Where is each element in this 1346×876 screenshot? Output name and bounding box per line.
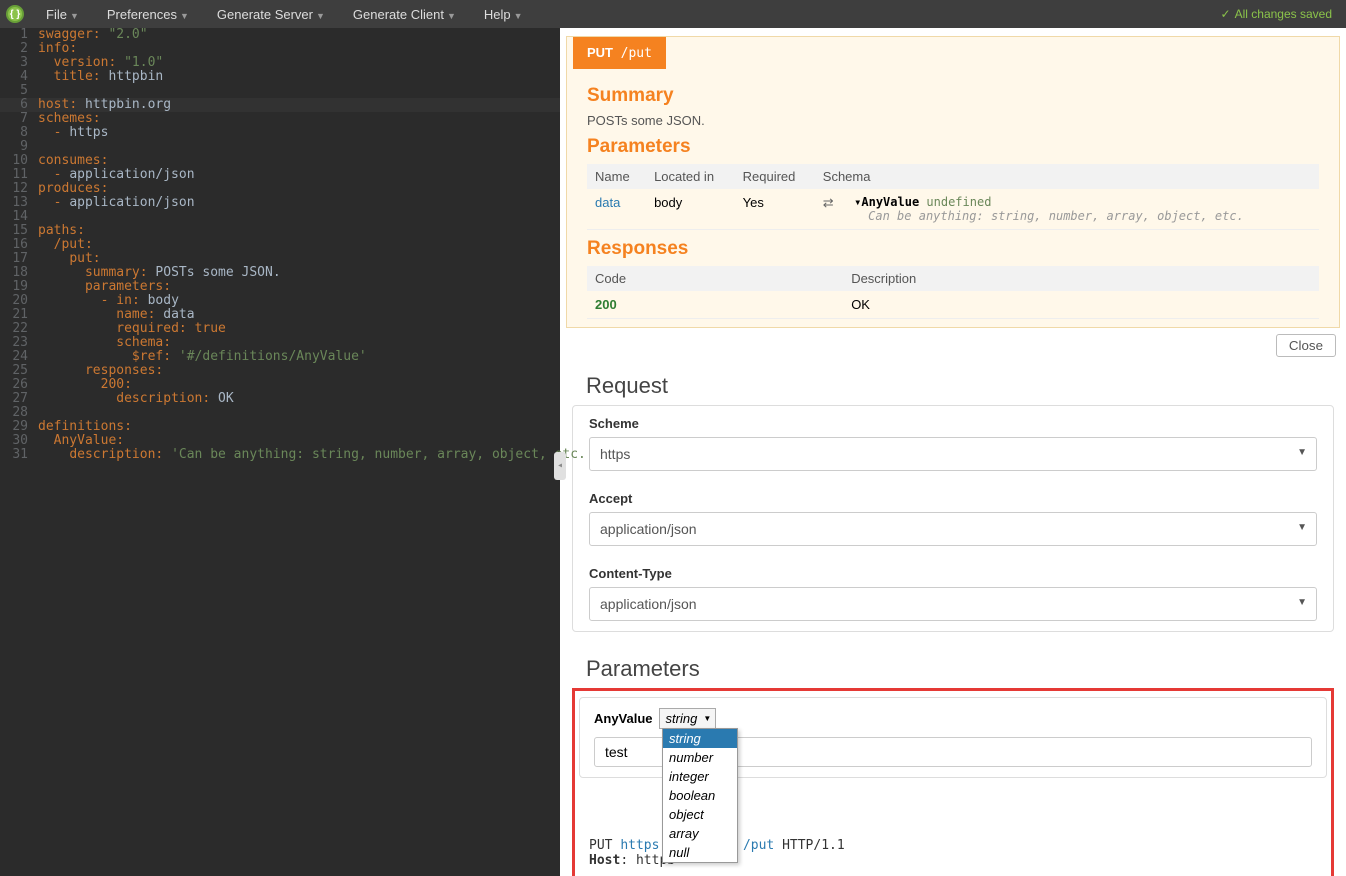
responses-table: CodeDescription 200 OK <box>587 266 1319 319</box>
yaml-editor[interactable]: ◂ 1swagger: "2.0"2info:3 version: "1.0"4… <box>0 28 560 876</box>
request-box: Scheme https Accept application/json Con… <box>572 405 1334 632</box>
editor-line[interactable]: 22 required: true <box>0 322 560 336</box>
accept-label: Accept <box>589 491 1317 506</box>
menu-generate-server[interactable]: Generate Server▼ <box>203 7 339 22</box>
editor-line[interactable]: 29definitions: <box>0 420 560 434</box>
menu-bar: File▼Preferences▼Generate Server▼Generat… <box>32 7 537 22</box>
type-option-null[interactable]: null <box>663 843 737 862</box>
content-type-label: Content-Type <box>589 566 1317 581</box>
scheme-label: Scheme <box>589 416 1317 431</box>
type-option-string[interactable]: string <box>663 729 737 748</box>
editor-line[interactable]: 6host: httpbin.org <box>0 98 560 112</box>
editor-line[interactable]: 1swagger: "2.0" <box>0 28 560 42</box>
editor-line[interactable]: 27 description: OK <box>0 392 560 406</box>
editor-line[interactable]: 25 responses: <box>0 364 560 378</box>
param-schema: ▾AnyValue undefined Can be anything: str… <box>846 189 1319 230</box>
operation-tab[interactable]: PUT /put <box>573 37 666 69</box>
editor-line[interactable]: 15paths: <box>0 224 560 238</box>
type-select[interactable]: string <box>659 708 717 729</box>
editor-line[interactable]: 2info: <box>0 42 560 56</box>
table-row: 200 OK <box>587 291 1319 319</box>
editor-line[interactable]: 9 <box>0 140 560 154</box>
param-in: body <box>646 189 735 230</box>
save-status-text: All changes saved <box>1235 7 1332 21</box>
response-code: 200 <box>595 297 617 312</box>
editor-line[interactable]: 24 $ref: '#/definitions/AnyValue' <box>0 350 560 364</box>
editor-line[interactable]: 20 - in: body <box>0 294 560 308</box>
editor-line[interactable]: 30 AnyValue: <box>0 434 560 448</box>
save-status: ✓ All changes saved <box>1221 7 1340 21</box>
editor-line[interactable]: 10consumes: <box>0 154 560 168</box>
swagger-logo[interactable]: { } <box>6 5 24 23</box>
editor-line[interactable]: 16 /put: <box>0 238 560 252</box>
accept-select[interactable]: application/json <box>589 512 1317 546</box>
editor-line[interactable]: 31 description: 'Can be anything: string… <box>0 448 560 462</box>
operation-card: PUT /put Summary POSTs some JSON. Parame… <box>566 36 1340 328</box>
type-option-array[interactable]: array <box>663 824 737 843</box>
type-option-number[interactable]: number <box>663 748 737 767</box>
table-row: data body Yes ⇄ ▾AnyValue undefined Can … <box>587 189 1319 230</box>
preview-pane: PUT /put Summary POSTs some JSON. Parame… <box>560 28 1346 876</box>
type-option-boolean[interactable]: boolean <box>663 786 737 805</box>
editor-line[interactable]: 12produces: <box>0 182 560 196</box>
type-option-integer[interactable]: integer <box>663 767 737 786</box>
menu-file[interactable]: File▼ <box>32 7 93 22</box>
parameters-table: NameLocated inRequiredSchema data body Y… <box>587 164 1319 230</box>
editor-line[interactable]: 17 put: <box>0 252 560 266</box>
request-header: Request <box>566 363 1340 405</box>
editor-line[interactable]: 3 version: "1.0" <box>0 56 560 70</box>
editor-line[interactable]: 28 <box>0 406 560 420</box>
editor-line[interactable]: 4 title: httpbin <box>0 70 560 84</box>
editor-line[interactable]: 19 parameters: <box>0 280 560 294</box>
menu-help[interactable]: Help▼ <box>470 7 537 22</box>
editor-line[interactable]: 7schemes: <box>0 112 560 126</box>
topbar: { } File▼Preferences▼Generate Server▼Gen… <box>0 0 1346 28</box>
editor-line[interactable]: 21 name: data <box>0 308 560 322</box>
anyvalue-label: AnyValue <box>594 711 653 726</box>
editor-line[interactable]: 8 - https <box>0 126 560 140</box>
editor-line[interactable]: 11 - application/json <box>0 168 560 182</box>
response-desc: OK <box>843 291 1319 319</box>
editor-line[interactable]: 13 - application/json <box>0 196 560 210</box>
param-name[interactable]: data <box>595 195 620 210</box>
editor-line[interactable]: 18 summary: POSTs some JSON. <box>0 266 560 280</box>
responses-header: Responses <box>587 238 1319 260</box>
swap-icon[interactable]: ⇄ <box>823 195 834 210</box>
type-option-object[interactable]: object <box>663 805 737 824</box>
check-icon: ✓ <box>1221 7 1231 21</box>
menu-preferences[interactable]: Preferences▼ <box>93 7 203 22</box>
split-handle[interactable]: ◂ <box>554 452 566 480</box>
editor-line[interactable]: 14 <box>0 210 560 224</box>
method-label: PUT <box>587 45 613 60</box>
close-button[interactable]: Close <box>1276 334 1336 357</box>
scheme-select[interactable]: https <box>589 437 1317 471</box>
param-required: Yes <box>735 189 815 230</box>
summary-header: Summary <box>587 85 1319 107</box>
req-parameters-header: Parameters <box>566 646 1340 688</box>
menu-generate-client[interactable]: Generate Client▼ <box>339 7 470 22</box>
editor-line[interactable]: 26 200: <box>0 378 560 392</box>
content-type-select[interactable]: application/json <box>589 587 1317 621</box>
path-label: /put <box>621 46 652 61</box>
editor-line[interactable]: 5 <box>0 84 560 98</box>
summary-text: POSTs some JSON. <box>587 113 1319 128</box>
editor-line[interactable]: 23 schema: <box>0 336 560 350</box>
parameters-highlight: AnyValue string stringnumberintegerboole… <box>572 688 1334 876</box>
parameters-header: Parameters <box>587 136 1319 158</box>
type-dropdown[interactable]: stringnumberintegerbooleanobjectarraynul… <box>662 728 738 863</box>
